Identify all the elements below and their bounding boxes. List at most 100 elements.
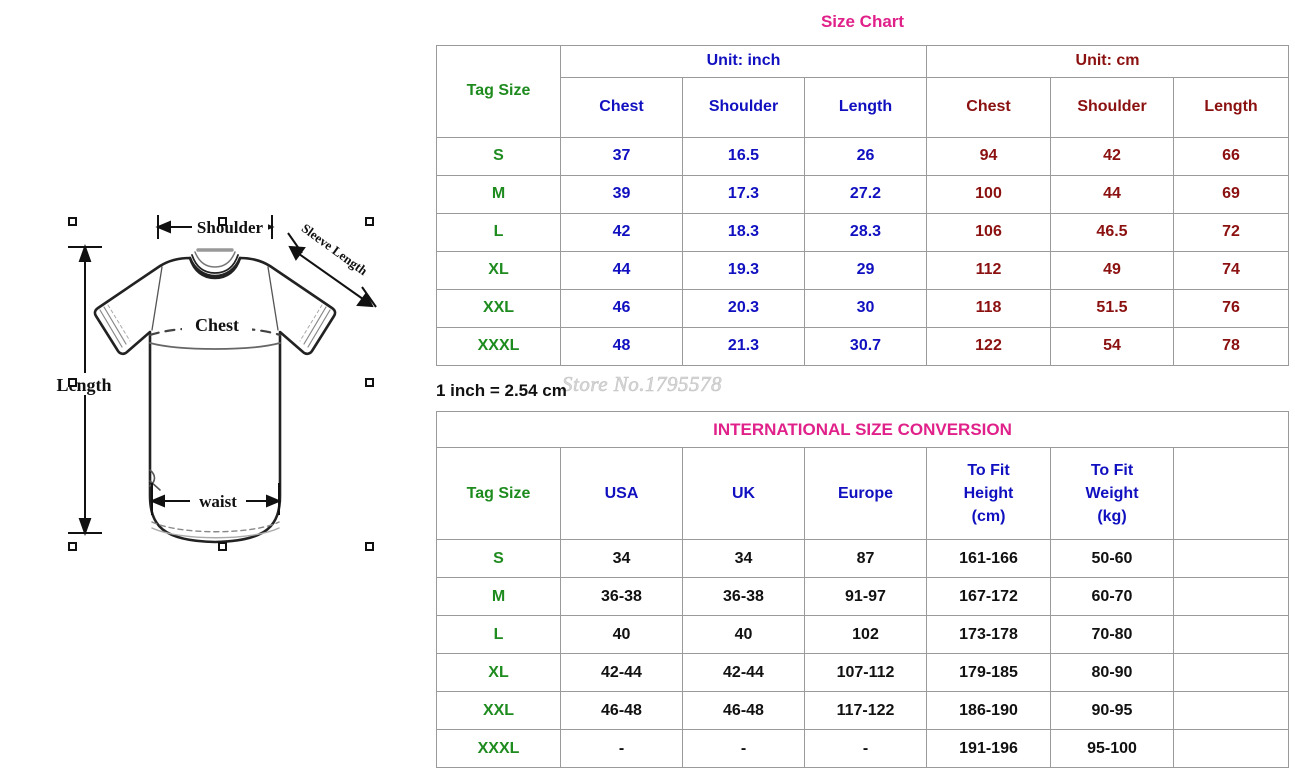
resize-handle-bottom-right[interactable] — [365, 542, 374, 551]
cell-europe: 117-122 — [804, 691, 927, 730]
cell-length-in: 28.3 — [804, 212, 927, 252]
header-length-inch: Length — [804, 76, 927, 138]
cell-length-in: 30.7 — [804, 326, 927, 366]
cell-height: 167-172 — [926, 577, 1051, 616]
tshirt-measurement-illustration: Shoulder Sleeve Length Length Chest wais… — [53, 215, 377, 544]
conversion-table-wrap: INTERNATIONAL SIZE CONVERSION Tag Size U… — [436, 411, 1289, 768]
shoulder-label: Shoulder — [197, 218, 264, 237]
table-row: XXL 46 20.3 30 118 51.5 76 — [436, 288, 1290, 328]
conv-header-weight-line3: (kg) — [1097, 508, 1127, 526]
cell-tag: L — [436, 212, 561, 252]
conv-header-weight: To Fit Weight (kg) — [1050, 447, 1174, 540]
cell-length-cm: 66 — [1172, 136, 1290, 176]
cell-usa: 36-38 — [560, 577, 683, 616]
cell-should-cm: 46.5 — [1050, 212, 1174, 252]
cell-length-cm: 69 — [1172, 174, 1290, 214]
cell-uk: 40 — [682, 615, 805, 654]
header-shoulder-cm: Shoulder — [1050, 76, 1174, 138]
cell-length-in: 30 — [804, 288, 927, 328]
conversion-title: INTERNATIONAL SIZE CONVERSION — [436, 411, 1289, 448]
header-chest-inch: Chest — [560, 76, 683, 138]
waist-label: waist — [199, 492, 237, 511]
resize-handle-middle-right[interactable] — [365, 378, 374, 387]
international-size-conversion-table: INTERNATIONAL SIZE CONVERSION Tag Size U… — [436, 411, 1289, 768]
length-label: Length — [56, 375, 111, 395]
table-row: XXXL 48 21.3 30.7 122 54 78 — [436, 326, 1290, 366]
cell-chest-cm: 122 — [926, 326, 1051, 366]
header-shoulder-inch: Shoulder — [682, 76, 805, 138]
conversion-title-row: INTERNATIONAL SIZE CONVERSION — [436, 411, 1289, 448]
unit-cm-header: Unit: cm — [925, 44, 1290, 78]
table-row: S 34 34 87 161-166 50-60 — [436, 539, 1289, 578]
size-chart-unit-row: Tag Size Unit: inch Unit: cm — [436, 44, 1290, 138]
cell-tag: S — [436, 136, 561, 176]
table-row: XL 44 19.3 29 112 49 74 — [436, 250, 1290, 290]
resize-handle-bottom-center[interactable] — [218, 542, 227, 551]
cell-tag: M — [436, 174, 561, 214]
cell-height: 173-178 — [926, 615, 1051, 654]
cell-tag: S — [436, 539, 561, 578]
cell-europe: - — [804, 729, 927, 768]
cell-weight: 80-90 — [1050, 653, 1174, 692]
table-row: XL 42-44 42-44 107-112 179-185 80-90 — [436, 653, 1289, 692]
cell-should-cm: 49 — [1050, 250, 1174, 290]
table-row: XXL 46-48 46-48 117-122 186-190 90-95 — [436, 691, 1289, 730]
conv-header-height-line1: To Fit — [967, 461, 1010, 479]
resize-handle-top-center[interactable] — [218, 217, 227, 226]
cell-empty — [1173, 691, 1289, 730]
tag-size-header: Tag Size — [436, 44, 561, 138]
cell-should-in: 16.5 — [682, 136, 805, 176]
cell-should-in: 18.3 — [682, 212, 805, 252]
size-chart-table: Size Chart Tag Size Unit: inch Unit: cm … — [436, 0, 1290, 366]
cell-should-in: 20.3 — [682, 288, 805, 328]
cell-weight: 90-95 — [1050, 691, 1174, 730]
cell-should-cm: 51.5 — [1050, 288, 1174, 328]
resize-handle-top-right[interactable] — [365, 217, 374, 226]
resize-handle-middle-left[interactable] — [68, 378, 77, 387]
cell-usa: 40 — [560, 615, 683, 654]
cell-tag: XXXL — [436, 729, 561, 768]
cell-length-cm: 74 — [1172, 250, 1290, 290]
cell-tag: XL — [436, 250, 561, 290]
cell-weight: 60-70 — [1050, 577, 1174, 616]
cell-chest-in: 48 — [560, 326, 683, 366]
inch-conversion-note: 1 inch = 2.54 cm — [436, 381, 567, 400]
cell-chest-in: 37 — [560, 136, 683, 176]
cell-tag: XL — [436, 653, 561, 692]
cell-length-in: 26 — [804, 136, 927, 176]
cell-chest-cm: 106 — [926, 212, 1051, 252]
resize-handle-top-left[interactable] — [68, 217, 77, 226]
cell-empty — [1173, 729, 1289, 768]
cell-empty — [1173, 615, 1289, 654]
table-row: M 39 17.3 27.2 100 44 69 — [436, 174, 1290, 214]
cell-length-cm: 78 — [1172, 326, 1290, 366]
conv-header-weight-line2: Weight — [1085, 484, 1139, 502]
tshirt-diagram-panel: Shoulder Sleeve Length Length Chest wais… — [0, 0, 434, 773]
cell-chest-cm: 94 — [926, 136, 1051, 176]
size-chart-title-row: Size Chart — [436, 0, 1289, 46]
cell-empty — [1173, 577, 1289, 616]
cell-tag: XXXL — [436, 326, 561, 366]
resize-handle-bottom-left[interactable] — [68, 542, 77, 551]
unit-inch-header: Unit: inch — [560, 44, 927, 78]
cell-length-in: 27.2 — [804, 174, 927, 214]
table-row: XXXL - - - 191-196 95-100 — [436, 729, 1289, 768]
cell-tag: XXL — [436, 288, 561, 328]
cell-length-in: 29 — [804, 250, 927, 290]
store-number-watermark: Store No.1795578 — [562, 372, 723, 397]
conv-header-uk: UK — [682, 447, 805, 540]
conv-header-usa: USA — [560, 447, 683, 540]
conv-header-height: To Fit Height (cm) — [926, 447, 1051, 540]
cell-europe: 91-97 — [804, 577, 927, 616]
cell-empty — [1173, 653, 1289, 692]
cell-length-cm: 76 — [1172, 288, 1290, 328]
size-chart-title: Size Chart — [436, 0, 1289, 46]
table-row: M 36-38 36-38 91-97 167-172 60-70 — [436, 577, 1289, 616]
cell-weight: 50-60 — [1050, 539, 1174, 578]
table-row: S 37 16.5 26 94 42 66 — [436, 136, 1290, 176]
cell-tag: L — [436, 615, 561, 654]
cell-weight: 70-80 — [1050, 615, 1174, 654]
cell-weight: 95-100 — [1050, 729, 1174, 768]
size-chart-table-wrap: Size Chart Tag Size Unit: inch Unit: cm … — [436, 0, 1290, 366]
table-row: L 42 18.3 28.3 106 46.5 72 — [436, 212, 1290, 252]
